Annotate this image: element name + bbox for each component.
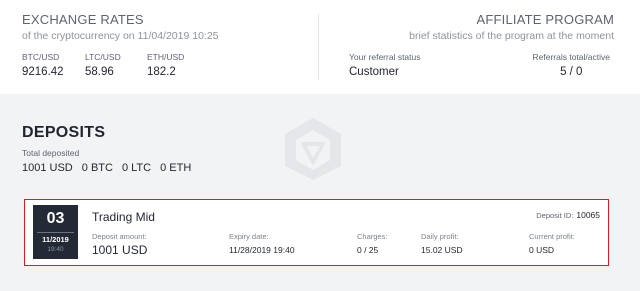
rate-label: BTC/USD [22,52,60,62]
deposit-id-value: 10065 [576,210,600,220]
charges-value: 0 / 25 [357,245,379,255]
referrals-total: Referrals total/active 5 / 0 [533,52,610,78]
affiliate-program-title: AFFILIATE PROGRAM [476,12,614,27]
referral-status-value: Customer [349,66,399,78]
deposit-id: Deposit ID: 10065 [536,210,600,220]
rate-value: 182.2 [147,66,176,78]
total-usd: 1001 USD [22,162,73,174]
affiliate-program-subtitle: brief statistics of the program at the m… [409,30,614,42]
rate-value: 58.96 [85,66,114,78]
rate-label: ETH/USD [147,52,185,62]
deposit-amount-label: Deposit amount: [92,232,147,241]
total-btc: 0 BTC [81,162,113,174]
plan-name: Trading Mid [92,210,155,224]
exchange-rates-title: EXCHANGE RATES [22,12,144,27]
deposit-amount-value: 1001 USD [92,243,148,257]
charges: Charges: 0 / 25 [357,232,387,255]
referral-status: Your referral status Customer [349,52,421,78]
deposit-date-box: 03 11/2019 19:40 [33,205,78,259]
referral-status-label: Your referral status [349,52,421,62]
rate-btc: BTC/USD 9216.42 [22,52,64,78]
deposit-card[interactable]: 03 11/2019 19:40 Trading Mid Deposit ID:… [24,199,609,266]
total-ltc: 0 LTC [121,162,152,174]
exchange-rates-subtitle: of the cryptocurrency on 11/04/2019 10:2… [22,30,219,42]
expiry-date-label: Expiry date: [229,232,269,241]
daily-profit-label: Daily profit: [421,232,459,241]
rate-ltc: LTC/USD 58.96 [85,52,121,78]
rate-eth: ETH/USD 182.2 [147,52,184,78]
date-divider [37,232,74,233]
referrals-total-label: Referrals total/active [532,52,610,62]
daily-profit-value: 15.02 USD [421,245,463,255]
watermark-logo-icon [285,118,341,180]
deposits-title: DEPOSITS [22,124,106,141]
total-deposited-label: Total deposited [22,148,80,158]
deposit-totals: 1001 USD 0 BTC 0 LTC 0 ETH [22,162,191,174]
deposit-day: 03 [46,210,65,227]
current-profit: Current profit: 0 USD [529,232,575,255]
current-profit-value: 0 USD [529,245,555,255]
daily-profit: Daily profit: 15.02 USD [421,232,463,255]
deposit-id-label: Deposit ID: [536,211,574,220]
expiry-date-value: 11/28/2019 19:40 [229,245,295,255]
rate-value: 9216.42 [22,66,64,78]
deposit-month-year: 11/2019 [42,235,69,244]
current-profit-label: Current profit: [529,232,575,241]
deposit-time: 19:40 [47,246,64,253]
total-eth: 0 ETH [160,162,192,174]
panel-divider [318,14,319,80]
deposit-amount: Deposit amount: 1001 USD [92,232,147,257]
stats-panel: EXCHANGE RATES of the cryptocurrency on … [0,0,640,94]
charges-label: Charges: [357,232,388,241]
rate-label: LTC/USD [85,52,121,62]
expiry-date: Expiry date: 11/28/2019 19:40 [229,232,295,255]
referrals-total-value: 5 / 0 [560,66,583,78]
